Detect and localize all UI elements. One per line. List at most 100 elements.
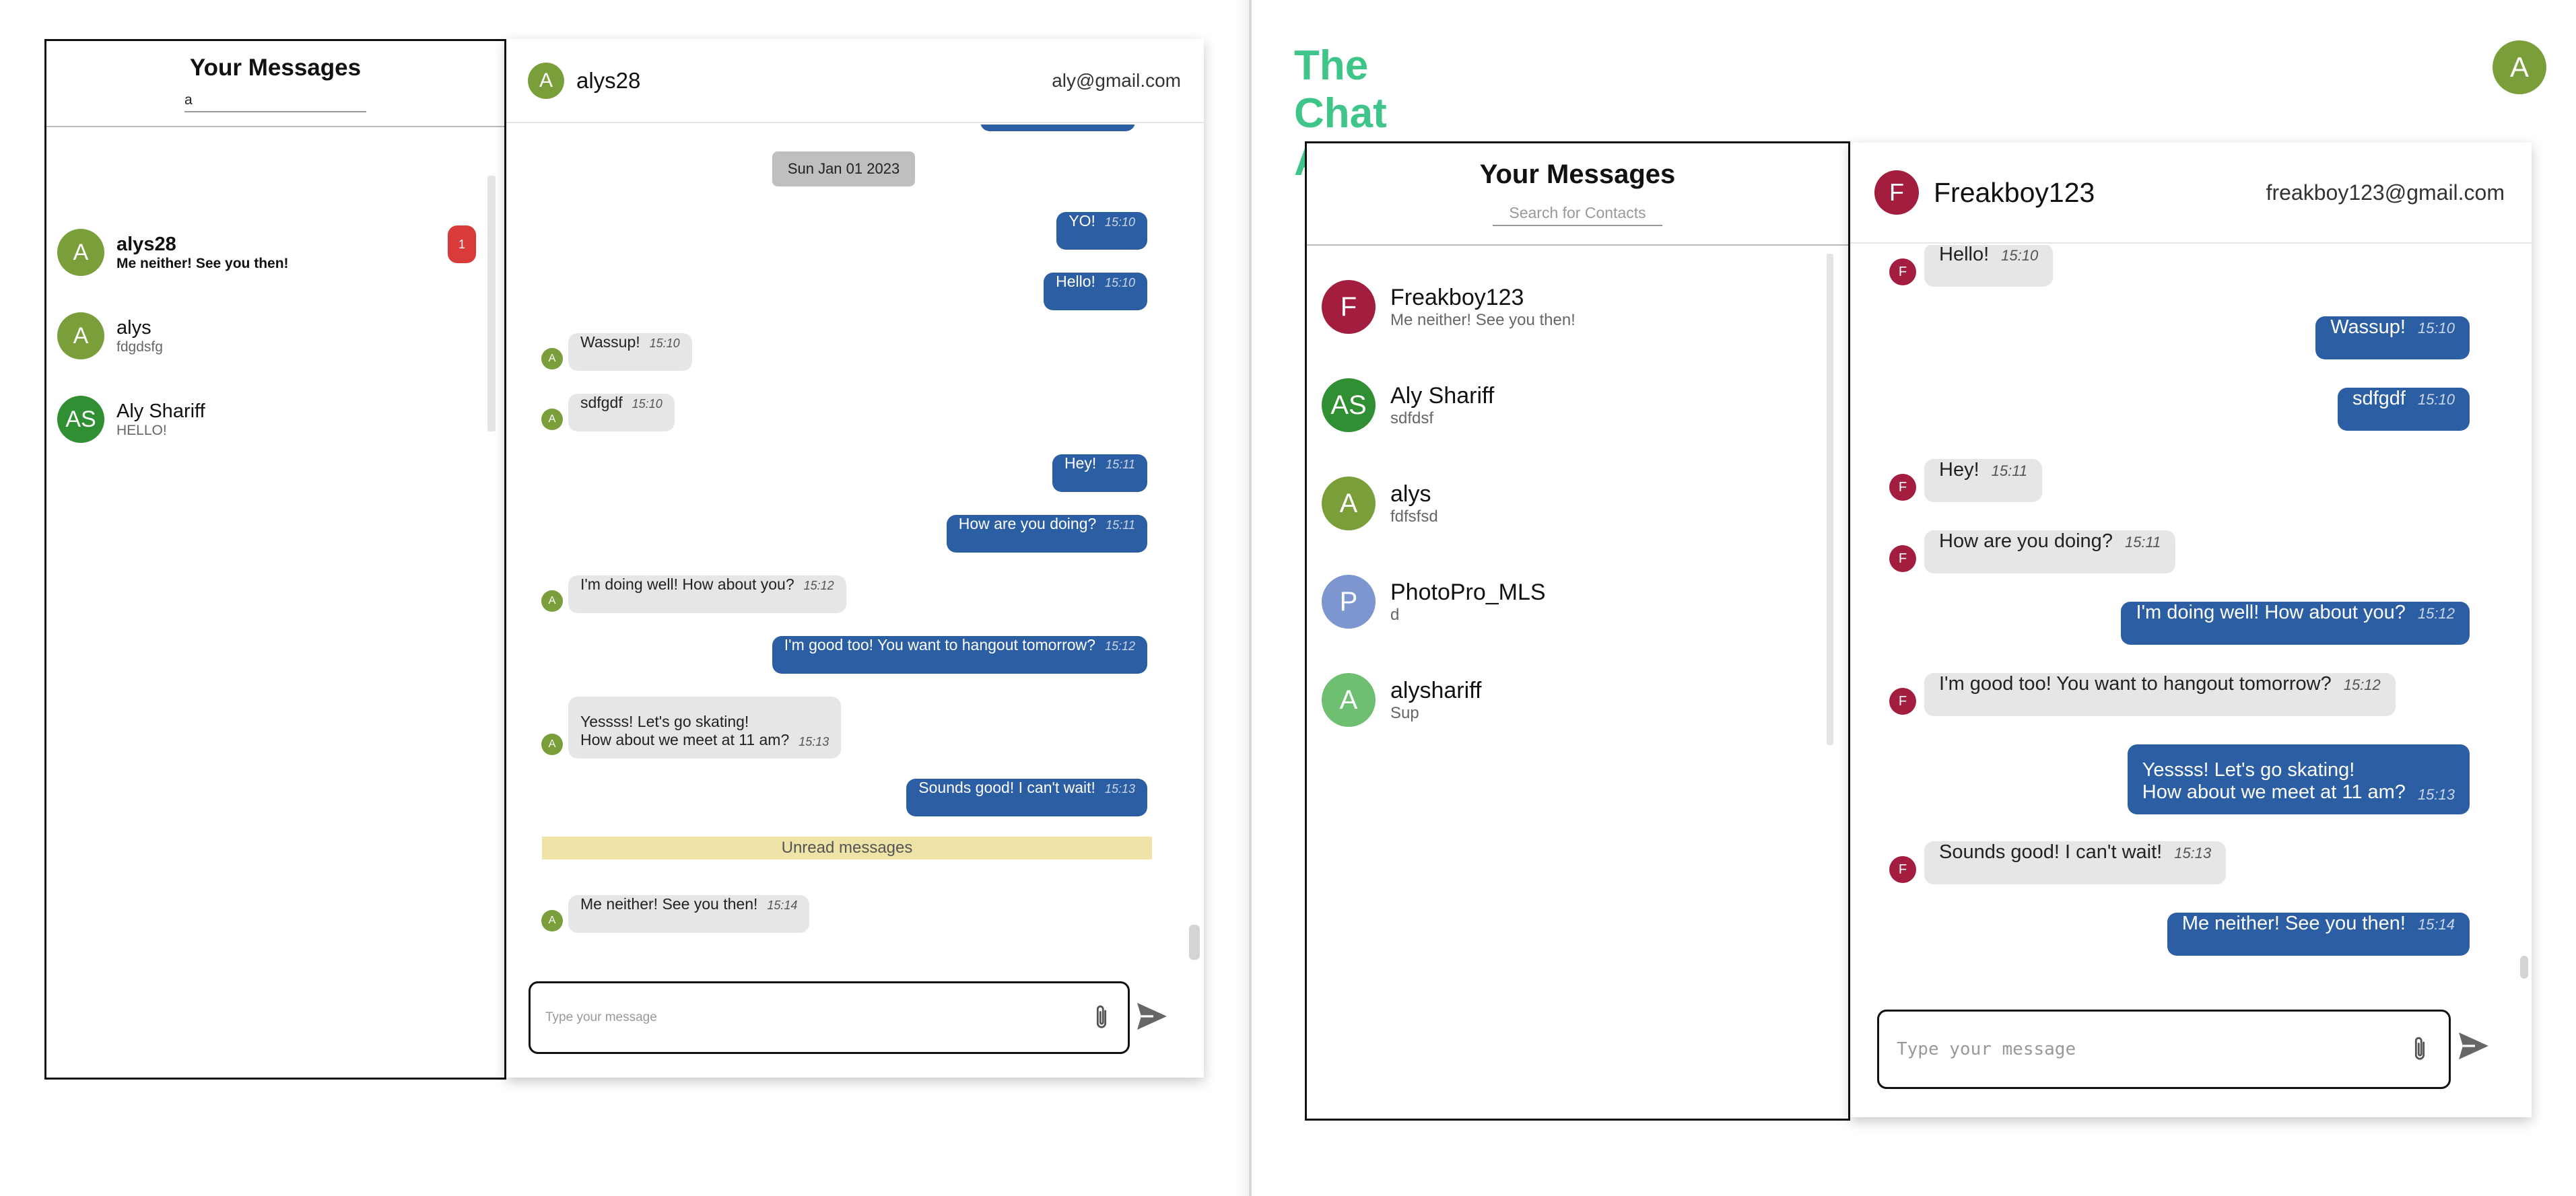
sender-avatar: A: [541, 409, 563, 430]
window-divider-shade: [1235, 0, 1249, 1196]
contact-preview: Me neither! See you then!: [116, 255, 289, 271]
contact-item[interactable]: F Freakboy123 Me neither! See you then!: [1307, 258, 1848, 356]
chat-panel: A alys28 aly@gmail.com Sun Jan 01 2023 Y…: [506, 39, 1204, 1078]
contacts-scrollbar[interactable]: [1827, 254, 1833, 745]
message-bubble: Hello! 15:10: [1044, 273, 1147, 310]
contacts-scrollbar[interactable]: [487, 176, 496, 431]
message-composer: [1877, 1010, 2451, 1089]
sender-avatar: A: [541, 910, 563, 931]
chat-contact-name: Freakboy123: [1934, 176, 2095, 208]
chat-scrollbar[interactable]: [1189, 925, 1200, 960]
message-bubble: Hey! 15:11: [1924, 459, 2043, 502]
message-list: F Hello! 15:10 Wassup! 15:10 sdfgdf 15:10 F…: [1850, 245, 2532, 1113]
avatar: P: [1322, 575, 1376, 629]
avatar: A: [57, 312, 104, 359]
message-bubble-cut: [980, 125, 1135, 131]
contact-item[interactable]: AS Aly Shariff sdfdsf: [1307, 356, 1848, 454]
unread-count-badge: 1: [448, 225, 476, 263]
contact-name: PhotoPro_MLS: [1390, 579, 1546, 605]
avatar: AS: [57, 396, 104, 443]
message-bubble: Me neither! See you then! 15:14: [568, 895, 810, 933]
message-bubble: sdfgdf 15:10: [568, 394, 675, 431]
chat-contact-name: alys28: [576, 67, 641, 93]
date-separator: Sun Jan 01 2023: [772, 151, 915, 186]
unread-messages-divider: Unread messages: [542, 837, 1152, 859]
search-contacts-input[interactable]: [184, 90, 366, 112]
message-bubble: Sounds good! I can't wait! 15:13: [1924, 841, 2227, 884]
chat-contact-email: freakboy123@gmail.com: [2266, 180, 2505, 205]
paperclip-icon[interactable]: [2408, 1033, 2431, 1065]
sender-avatar: F: [1889, 688, 1916, 715]
contact-preview: sdfdsf: [1390, 409, 1434, 427]
sender-avatar: F: [1889, 545, 1916, 572]
contact-name: alyshariff: [1390, 677, 1482, 703]
message-bubble: YO! 15:10: [1056, 212, 1147, 250]
contacts-title: Your Messages: [1479, 160, 1676, 189]
contact-item[interactable]: A alys fdgdsfg: [46, 294, 504, 378]
message-bubble: I'm good too! You want to hangout tomorr…: [772, 636, 1147, 674]
contacts-header: Your Messages: [1307, 143, 1848, 246]
sender-avatar: F: [1889, 474, 1916, 501]
contact-item[interactable]: P PhotoPro_MLS d: [1307, 553, 1848, 651]
message-bubble: I'm doing well! How about you? 15:12: [568, 575, 846, 613]
contacts-title: Your Messages: [189, 55, 362, 81]
message-bubble: Me neither! See you then! 15:14: [2167, 913, 2470, 956]
avatar: A: [57, 229, 104, 276]
contact-preview: d: [1390, 605, 1400, 624]
message-bubble: Wassup! 15:10: [568, 333, 692, 371]
search-contacts-input[interactable]: [1493, 201, 1662, 226]
message-bubble: I'm doing well! How about you? 15:12: [2121, 602, 2470, 645]
message-list: Sun Jan 01 2023 YO! 15:10 Hello! 15:10 A W…: [506, 125, 1204, 969]
send-icon[interactable]: [2458, 1031, 2490, 1061]
chat-header: F Freakboy123 freakboy123@gmail.com: [1850, 143, 2532, 244]
chat-contact-avatar: F: [1874, 170, 1919, 215]
message-composer: [529, 981, 1130, 1054]
message-bubble: sdfgdf 15:10: [2337, 388, 2470, 431]
contact-item[interactable]: A alyshariff Sup: [1307, 651, 1848, 749]
message-input[interactable]: [1897, 1039, 2408, 1059]
sender-avatar: F: [1889, 856, 1916, 883]
message-bubble: Yessss! Let's go skating! How about we me…: [2127, 744, 2470, 814]
contact-name: Aly Shariff: [1390, 382, 1495, 409]
contact-item[interactable]: A alys fdfsfsd: [1307, 454, 1848, 553]
message-bubble: Hey! 15:11: [1052, 454, 1147, 492]
contact-item[interactable]: AS Aly Shariff HELLO!: [46, 378, 504, 461]
message-bubble: How are you doing? 15:11: [1924, 530, 2176, 573]
contact-name: Aly Shariff: [116, 400, 205, 422]
contacts-panel: Your Messages A alys28 Me neither! See y…: [44, 39, 506, 1080]
contact-name: alys: [116, 316, 151, 339]
message-bubble: Wassup! 15:10: [2315, 316, 2470, 359]
sender-avatar: A: [541, 734, 563, 755]
chat-contact-avatar: A: [528, 62, 564, 99]
sender-avatar: A: [541, 590, 563, 612]
chat-contact-email: aly@gmail.com: [1052, 69, 1181, 91]
sender-avatar: A: [541, 348, 563, 370]
contact-preview: fdgdsfg: [116, 339, 163, 355]
contact-preview: Me neither! See you then!: [1390, 310, 1575, 329]
contacts-panel: Your Messages F Freakboy123 Me neither! …: [1305, 141, 1850, 1121]
message-bubble: Hello! 15:10: [1924, 245, 2054, 287]
contacts-header: Your Messages: [46, 41, 504, 127]
message-bubble: Yessss! Let's go skating! How about we me…: [568, 697, 842, 759]
user-avatar[interactable]: A: [2493, 40, 2546, 94]
message-bubble: I'm good too! You want to hangout tomorr…: [1924, 673, 2396, 716]
send-icon[interactable]: [1136, 1001, 1168, 1031]
message-bubble: How are you doing? 15:11: [946, 515, 1147, 553]
contact-preview: HELLO!: [116, 422, 167, 438]
contact-name: alys: [1390, 481, 1431, 507]
chat-scrollbar[interactable]: [2520, 956, 2528, 979]
contact-item[interactable]: A alys28 Me neither! See you then! 1: [46, 211, 504, 294]
chat-panel: F Freakboy123 freakboy123@gmail.com F He…: [1850, 143, 2532, 1117]
message-bubble: Sounds good! I can't wait! 15:13: [906, 779, 1147, 816]
contact-preview: fdfsfsd: [1390, 507, 1438, 526]
contact-preview: Sup: [1390, 703, 1419, 722]
sender-avatar: F: [1889, 258, 1916, 285]
contact-name: alys28: [116, 233, 176, 255]
contact-name: Freakboy123: [1390, 284, 1524, 310]
avatar: A: [1322, 673, 1376, 727]
avatar: AS: [1322, 378, 1376, 432]
avatar: F: [1322, 280, 1376, 334]
message-input[interactable]: [545, 1010, 1090, 1025]
paperclip-icon[interactable]: [1090, 1002, 1113, 1033]
window-divider: [1249, 0, 1252, 1196]
